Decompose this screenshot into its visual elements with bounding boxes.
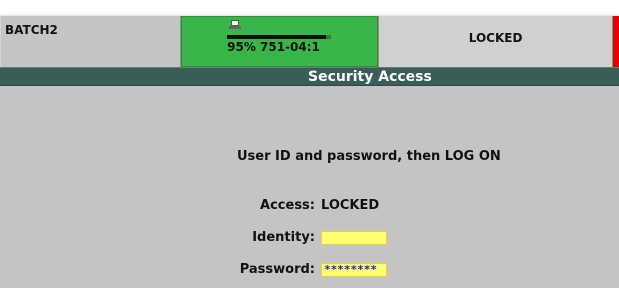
alert-indicator xyxy=(613,16,619,67)
lock-state-text: LOCKED xyxy=(468,31,523,45)
access-value: LOCKED xyxy=(321,198,380,213)
page-title: Security Access xyxy=(308,69,432,85)
batch-cell: BATCH2 xyxy=(0,16,182,67)
computer-icon xyxy=(229,20,242,30)
status-text: 95% 751-04:1 xyxy=(227,40,320,54)
header-bar: BATCH2 95% 751-04:1 LOCKED xyxy=(0,16,619,67)
progress-bar xyxy=(227,35,332,39)
identity-label: Identity: xyxy=(252,230,315,245)
progress-fill xyxy=(227,35,326,39)
access-row: Access: LOCKED xyxy=(0,198,619,216)
identity-field[interactable] xyxy=(321,231,387,245)
security-title-bar: Security Access xyxy=(0,67,619,86)
lock-state-cell: LOCKED xyxy=(379,16,614,67)
identity-row: Identity: xyxy=(0,230,619,248)
logon-instruction: User ID and password, then LOG ON xyxy=(237,149,501,164)
security-access-screen: BATCH2 95% 751-04:1 LOCKED Security Acce… xyxy=(0,0,619,288)
access-label: Access: xyxy=(260,198,315,213)
batch-label: BATCH2 xyxy=(5,23,58,37)
security-access-panel: User ID and password, then LOG ON Access… xyxy=(0,86,619,288)
batch-status-cell: 95% 751-04:1 xyxy=(181,16,380,67)
password-field[interactable]: ******** xyxy=(321,263,387,277)
password-label: Password: xyxy=(239,262,315,277)
password-row: Password: ******** xyxy=(0,262,619,280)
